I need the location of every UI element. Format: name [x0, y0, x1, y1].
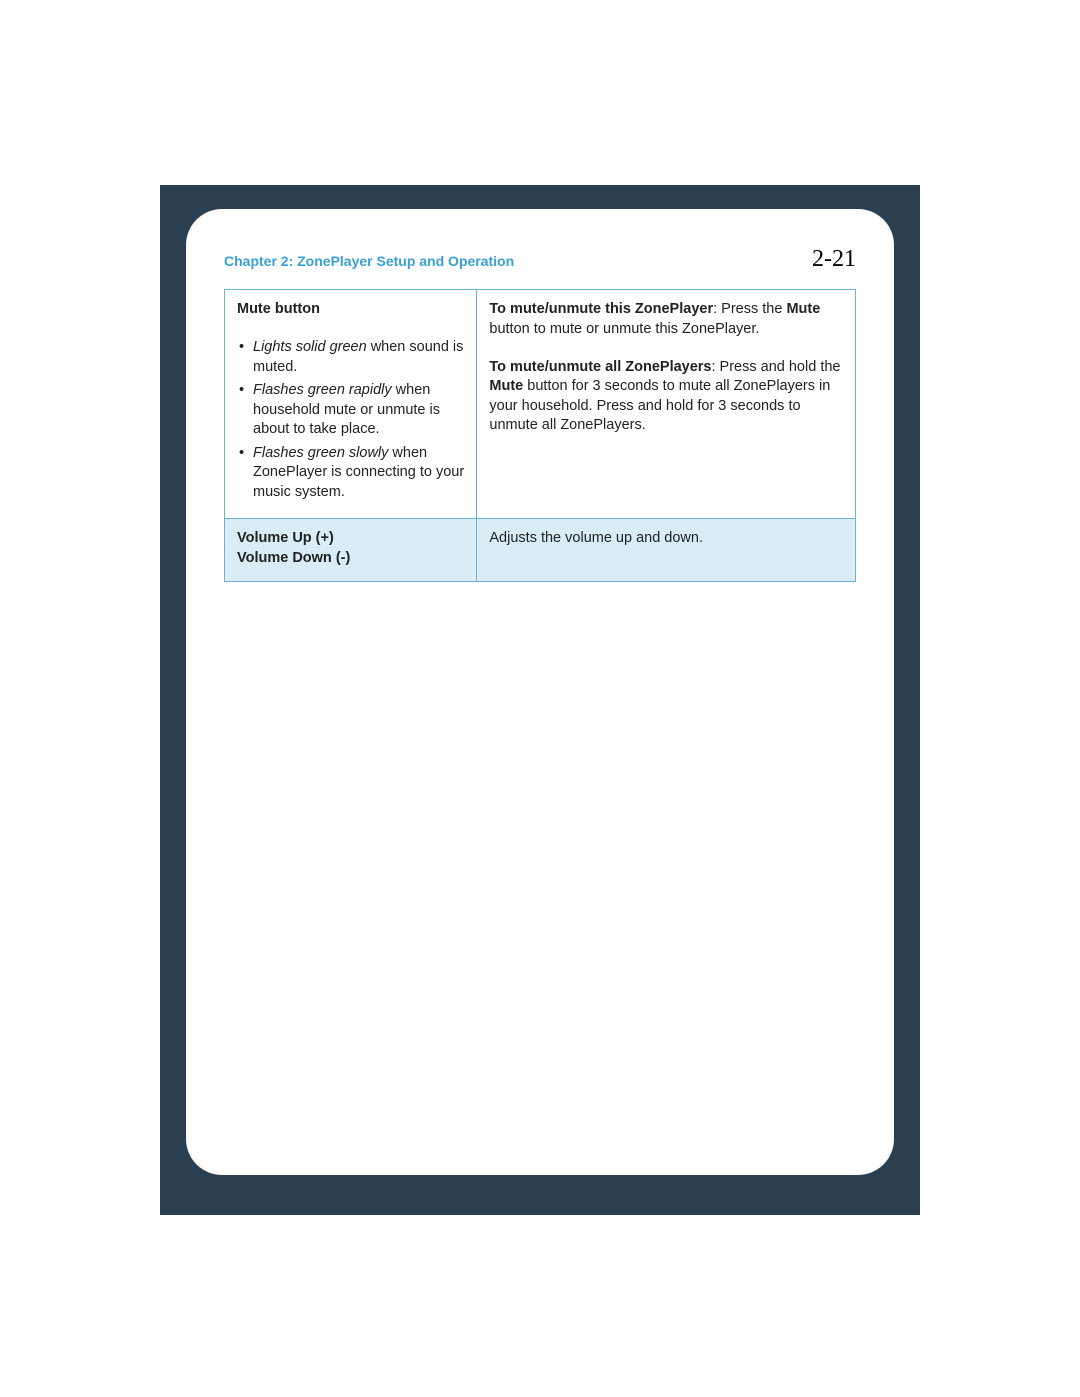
list-item: Lights solid green when sound is muted.	[237, 338, 464, 377]
mute-word: Mute	[489, 378, 523, 394]
mute-this-mid: : Press the	[713, 301, 786, 317]
table-row: Volume Up (+) Volume Down (-) Adjusts th…	[225, 519, 856, 581]
volume-cell-right: Adjusts the volume up and down.	[477, 519, 856, 581]
page-number: 2-21	[812, 243, 856, 275]
mute-all-end: button for 3 seconds to mute all ZonePla…	[489, 378, 830, 433]
volume-cell-left: Volume Up (+) Volume Down (-)	[225, 519, 477, 581]
mute-button-cell-left: Mute button Lights solid green when soun…	[225, 290, 477, 519]
bullet-em: Flashes green rapidly	[253, 382, 392, 398]
mute-this-paragraph: To mute/unmute this ZonePlayer: Press th…	[489, 300, 843, 339]
mute-button-cell-right: To mute/unmute this ZonePlayer: Press th…	[477, 290, 856, 519]
page: Chapter 2: ZonePlayer Setup and Operatio…	[186, 209, 894, 1175]
mute-all-paragraph: To mute/unmute all ZonePlayers: Press an…	[489, 358, 843, 436]
volume-description: Adjusts the volume up and down.	[489, 530, 703, 546]
mute-word: Mute	[786, 301, 820, 317]
mute-this-end: button to mute or unmute this ZonePlayer…	[489, 321, 759, 337]
document-frame: Chapter 2: ZonePlayer Setup and Operatio…	[160, 185, 920, 1215]
controls-table: Mute button Lights solid green when soun…	[224, 289, 856, 581]
bullet-em: Lights solid green	[253, 339, 367, 355]
page-header: Chapter 2: ZonePlayer Setup and Operatio…	[224, 243, 856, 275]
volume-down-label: Volume Down (-)	[237, 549, 464, 569]
list-item: Flashes green rapidly when household mut…	[237, 381, 464, 440]
mute-all-bold: To mute/unmute all ZonePlayers	[489, 359, 711, 375]
volume-up-label: Volume Up (+)	[237, 530, 334, 546]
mute-all-mid: : Press and hold the	[712, 359, 841, 375]
table-row: Mute button Lights solid green when soun…	[225, 290, 856, 519]
mute-this-bold: To mute/unmute this ZonePlayer	[489, 301, 713, 317]
bullet-em: Flashes green slowly	[253, 445, 388, 461]
list-item: Flashes green slowly when ZonePlayer is …	[237, 444, 464, 503]
mute-button-title: Mute button	[237, 301, 320, 317]
chapter-title: Chapter 2: ZonePlayer Setup and Operatio…	[224, 252, 514, 271]
mute-button-bullets: Lights solid green when sound is muted. …	[237, 338, 464, 503]
